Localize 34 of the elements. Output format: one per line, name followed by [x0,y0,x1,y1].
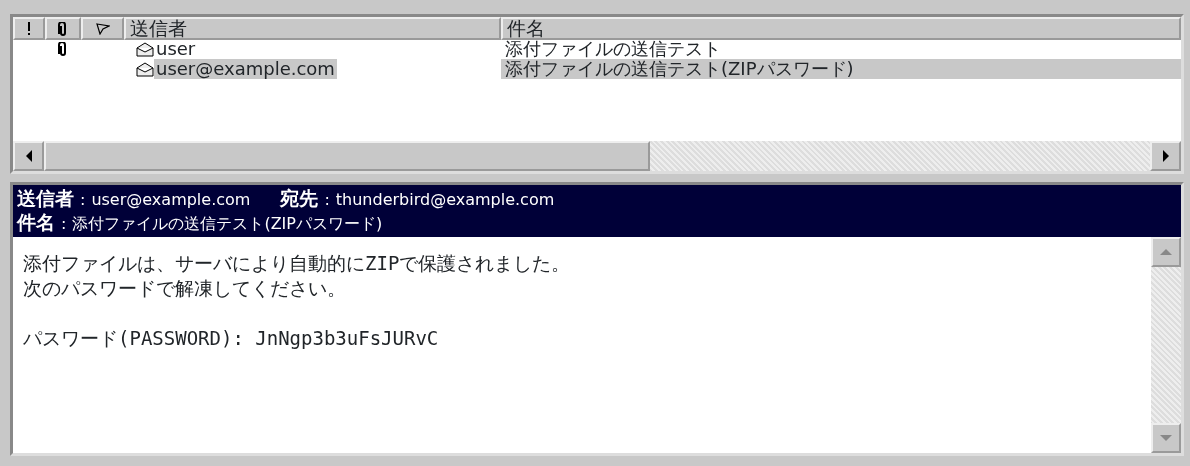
scroll-down-button[interactable] [1151,423,1181,453]
paperclip-icon [58,21,68,36]
column-header[interactable] [81,17,124,40]
down-arrow-icon [1160,434,1172,442]
to-label: 宛先 [280,187,319,209]
from-label: 送信者 [17,187,74,209]
sender-cell[interactable]: user@example.com [154,59,337,79]
body-text: 次のパスワードで解凍してください。 [23,276,347,301]
scroll-left-button[interactable] [13,141,44,171]
up-arrow-icon [1160,248,1172,256]
scroll-right-button[interactable] [1150,141,1181,171]
body-text: パスワード(PASSWORD): JnNgp3b3uFsJURvC [23,326,440,351]
separator: : [80,190,86,209]
subject-label: 件名 [17,211,55,233]
right-arrow-icon [1161,150,1170,162]
to-value: thunderbird@example.com [335,190,555,209]
separator: : [324,190,330,209]
separator: : [61,214,67,233]
column-header[interactable]: 件名 [501,17,1181,40]
flag-icon [95,22,110,35]
from-value: user@example.com [91,190,251,209]
column-header[interactable]: 送信者 [124,17,501,40]
sender-cell[interactable]: user [154,39,198,59]
exclamation-icon [27,21,31,36]
column-header[interactable] [13,17,45,40]
envelope-icon [136,41,154,57]
envelope-icon [136,61,154,77]
scrollbar-thumb[interactable] [44,141,650,171]
subject-cell[interactable]: 添付ファイルの送信テスト [501,40,721,58]
subject-value: 添付ファイルの送信テスト(ZIPパスワード) [72,214,383,233]
left-arrow-icon [24,150,33,162]
scroll-up-button[interactable] [1151,237,1181,267]
body-text: 添付ファイルは、サーバにより自動的にZIPで保護されました。 [23,251,572,276]
column-header[interactable] [45,17,81,40]
